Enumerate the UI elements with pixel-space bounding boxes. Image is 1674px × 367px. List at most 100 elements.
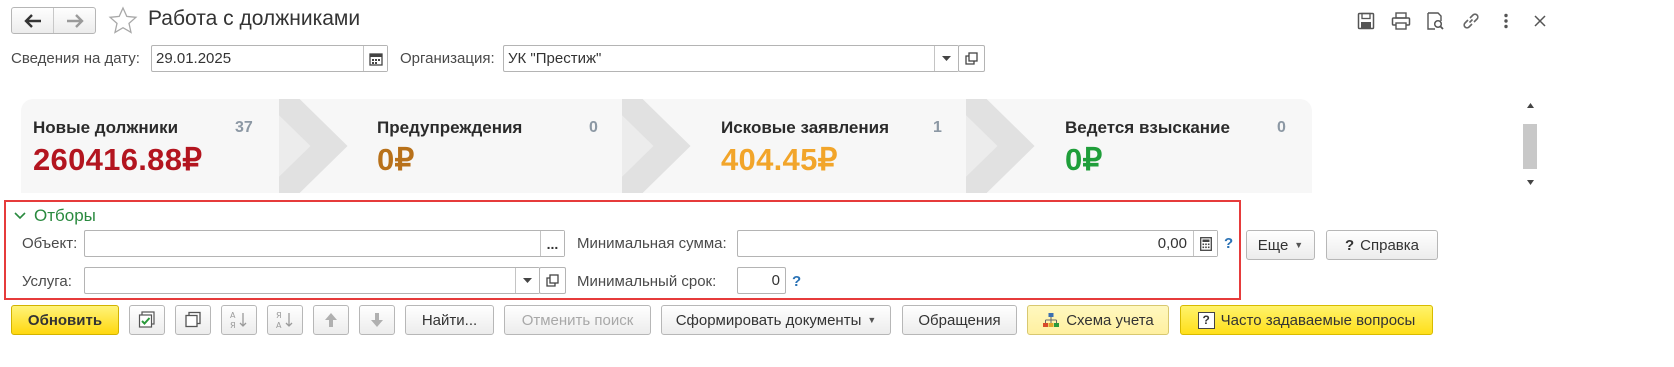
- stage-warnings[interactable]: Предупреждения 0 0₽: [377, 118, 617, 183]
- star-icon[interactable]: [108, 6, 138, 36]
- cancel-search-button[interactable]: Отменить поиск: [504, 305, 651, 335]
- open-window-icon: [546, 274, 559, 287]
- refresh-button[interactable]: Обновить: [11, 305, 119, 335]
- min-term-value: 0: [771, 272, 780, 289]
- date-field[interactable]: 29.01.2025: [151, 45, 388, 72]
- more-button[interactable]: Еще ▼: [1246, 230, 1315, 260]
- stage-name: Новые должники: [33, 118, 179, 137]
- help-button-label: Справка: [1360, 236, 1419, 254]
- stage-lawsuits[interactable]: Исковые заявления 1 404.45₽: [721, 118, 961, 183]
- stage-count: 1: [933, 119, 942, 136]
- organization-open-button[interactable]: [958, 45, 985, 72]
- help-button[interactable]: ? Справка: [1326, 230, 1438, 260]
- close-icon: [1534, 15, 1546, 27]
- hierarchy-icon: [1043, 313, 1060, 327]
- svg-text:А: А: [230, 311, 236, 320]
- stage-name: Предупреждения: [377, 118, 523, 137]
- arrow-right-icon: [66, 13, 84, 28]
- arrow-left-icon: [23, 13, 41, 28]
- stage-collection[interactable]: Ведется взыскание 0 0₽: [1065, 118, 1305, 183]
- accounting-scheme-label: Схема учета: [1066, 311, 1154, 329]
- open-window-icon: [965, 52, 978, 65]
- svg-text:Я: Я: [230, 321, 236, 330]
- organization-value: УК "Престиж": [508, 50, 602, 67]
- filters-toggle[interactable]: Отборы: [14, 206, 96, 226]
- arrow-down-icon: [371, 313, 383, 327]
- generate-documents-button[interactable]: Сформировать документы ▼: [661, 305, 891, 335]
- object-select-button[interactable]: ...: [540, 231, 564, 256]
- sort-desc-button[interactable]: ЯА: [267, 305, 303, 335]
- appeals-label: Обращения: [918, 311, 1001, 329]
- checklist-icon: [138, 311, 155, 328]
- find-button[interactable]: Найти...: [405, 305, 494, 335]
- object-label: Объект:: [22, 235, 78, 252]
- preview-button[interactable]: [1424, 10, 1446, 32]
- sort-asc-button[interactable]: АЯ: [221, 305, 257, 335]
- move-up-button[interactable]: [313, 305, 349, 335]
- kebab-icon: [1504, 13, 1508, 29]
- caret-down-icon: ▼: [1294, 240, 1304, 250]
- refresh-button-label: Обновить: [27, 311, 103, 329]
- min-term-label: Минимальный срок:: [577, 273, 717, 290]
- date-label: Сведения на дату:: [11, 50, 140, 67]
- link-button[interactable]: [1460, 10, 1482, 32]
- faq-label: Часто задаваемые вопросы: [1220, 311, 1416, 329]
- min-sum-label: Минимальная сумма:: [577, 235, 727, 252]
- printer-icon: [1391, 12, 1411, 30]
- navigation-buttons: [11, 7, 96, 34]
- svg-text:А: А: [276, 321, 282, 330]
- stage-new-debtors[interactable]: Новые должники 37 260416.88₽: [33, 118, 273, 183]
- page-title: Работа с должниками: [148, 7, 361, 30]
- stage-name: Ведется взыскание: [1065, 118, 1230, 137]
- debt-stages-panel: Новые должники 37 260416.88₽ Предупрежде…: [21, 99, 1312, 193]
- stage-sum: 260416.88₽: [33, 142, 203, 177]
- service-label: Услуга:: [22, 273, 72, 290]
- filters-heading: Отборы: [34, 206, 96, 225]
- appeals-button[interactable]: Обращения: [902, 305, 1017, 335]
- service-dropdown-button[interactable]: [515, 268, 539, 293]
- question-icon: ?: [1344, 236, 1355, 254]
- object-field[interactable]: ...: [84, 230, 565, 257]
- accounting-scheme-button[interactable]: Схема учета: [1027, 305, 1169, 335]
- arrow-up-icon: [325, 313, 337, 327]
- svg-text:Я: Я: [276, 311, 282, 320]
- organization-dropdown-button[interactable]: [934, 46, 958, 71]
- move-down-button[interactable]: [359, 305, 395, 335]
- organization-field[interactable]: УК "Престиж": [503, 45, 959, 72]
- scroll-down-button[interactable]: [1521, 175, 1539, 189]
- organization-label: Организация:: [400, 50, 495, 67]
- stage-name: Исковые заявления: [721, 118, 889, 137]
- scroll-up-button[interactable]: [1521, 98, 1539, 112]
- min-term-field[interactable]: 0: [737, 267, 786, 294]
- scrollbar-thumb[interactable]: [1523, 124, 1537, 169]
- min-sum-field[interactable]: 0,00: [737, 230, 1218, 257]
- chevron-down-icon: [942, 55, 951, 61]
- min-sum-value: 0,00: [1157, 235, 1187, 252]
- link-icon: [1463, 13, 1479, 29]
- min-term-help[interactable]: ?: [792, 273, 801, 290]
- save-button[interactable]: [1355, 10, 1377, 32]
- forward-button[interactable]: [53, 8, 95, 33]
- generate-documents-label: Сформировать документы: [675, 311, 862, 329]
- cancel-search-label: Отменить поиск: [521, 311, 634, 329]
- min-sum-help[interactable]: ?: [1224, 235, 1233, 252]
- copy-icon: [185, 311, 201, 328]
- calculator-button[interactable]: [1193, 231, 1217, 256]
- copy-button[interactable]: [175, 305, 211, 335]
- more-actions-button[interactable]: [1495, 10, 1517, 32]
- triangle-up-icon: [1526, 102, 1534, 108]
- close-button[interactable]: [1529, 10, 1551, 32]
- question-box-icon: ?: [1197, 311, 1215, 329]
- service-open-button[interactable]: [539, 267, 566, 294]
- print-button[interactable]: [1390, 10, 1412, 32]
- stage-sum: 0₽: [377, 142, 415, 177]
- chevron-down-icon: [523, 277, 532, 283]
- preview-icon: [1427, 12, 1444, 30]
- more-button-label: Еще: [1257, 236, 1289, 254]
- select-all-button[interactable]: [129, 305, 165, 335]
- back-button[interactable]: [12, 8, 53, 33]
- service-field[interactable]: [84, 267, 540, 294]
- calendar-button[interactable]: [363, 46, 387, 71]
- faq-button[interactable]: ? Часто задаваемые вопросы: [1180, 305, 1433, 335]
- calculator-icon: [1199, 236, 1212, 251]
